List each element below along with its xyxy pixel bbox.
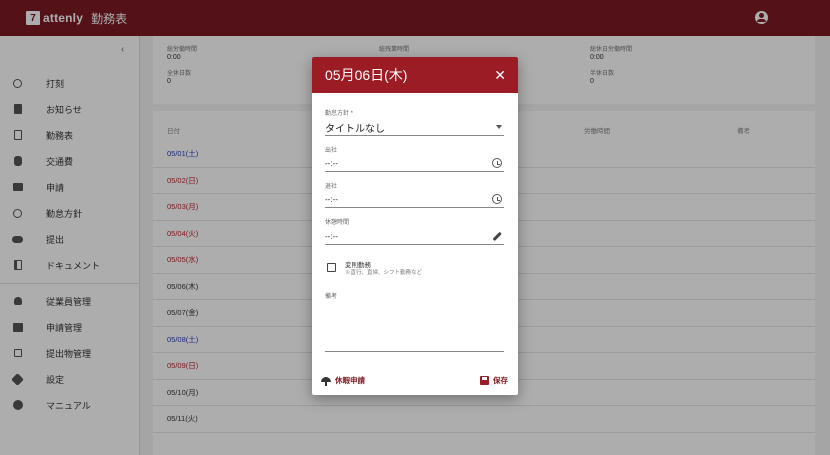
field-underline xyxy=(325,244,504,245)
clock-icon[interactable] xyxy=(492,194,502,204)
break-label: 休憩時間 xyxy=(325,220,350,226)
field-underline xyxy=(325,207,504,208)
clock-out-label: 退社 xyxy=(325,184,338,190)
clock-out-field[interactable]: 退社 --:-- xyxy=(325,181,504,209)
save-icon xyxy=(480,376,489,385)
irregular-hint: ※直行、直帰、シフト勤務など xyxy=(345,270,423,276)
irregular-checkbox[interactable] xyxy=(327,263,336,272)
policy-label: 勤怠方針 * xyxy=(325,111,354,117)
day-edit-dialog: 05月06日(木) ✕ 勤怠方針 * タイトルなし 出社 --:-- 退社 --… xyxy=(312,57,518,395)
clock-in-field[interactable]: 出社 --:-- xyxy=(325,145,504,173)
policy-value: タイトルなし xyxy=(325,124,385,135)
field-underline xyxy=(325,135,504,136)
clock-icon[interactable] xyxy=(492,158,502,168)
memo-label: 備考 xyxy=(325,294,338,300)
save-label: 保存 xyxy=(493,376,508,385)
save-button[interactable]: 保存 xyxy=(480,375,508,386)
umbrella-icon xyxy=(321,376,331,386)
clock-in-label: 出社 xyxy=(325,148,338,154)
memo-textarea[interactable] xyxy=(325,351,504,352)
close-icon[interactable]: ✕ xyxy=(494,67,506,84)
field-underline xyxy=(325,171,504,172)
clock-in-value: --:-- xyxy=(325,159,338,168)
leave-request-label: 休暇申請 xyxy=(335,376,365,385)
dialog-header: 05月06日(木) ✕ xyxy=(312,57,518,93)
break-field[interactable]: 休憩時間 --:-- xyxy=(325,217,504,245)
leave-request-button[interactable]: 休暇申請 xyxy=(321,375,365,386)
chevron-down-icon xyxy=(496,125,502,129)
clock-out-value: --:-- xyxy=(325,195,338,204)
policy-select[interactable]: 勤怠方針 * タイトルなし xyxy=(325,108,504,136)
pencil-icon[interactable] xyxy=(492,231,502,241)
dialog-title: 05月06日(木) xyxy=(325,67,408,83)
break-value: --:-- xyxy=(325,232,338,241)
